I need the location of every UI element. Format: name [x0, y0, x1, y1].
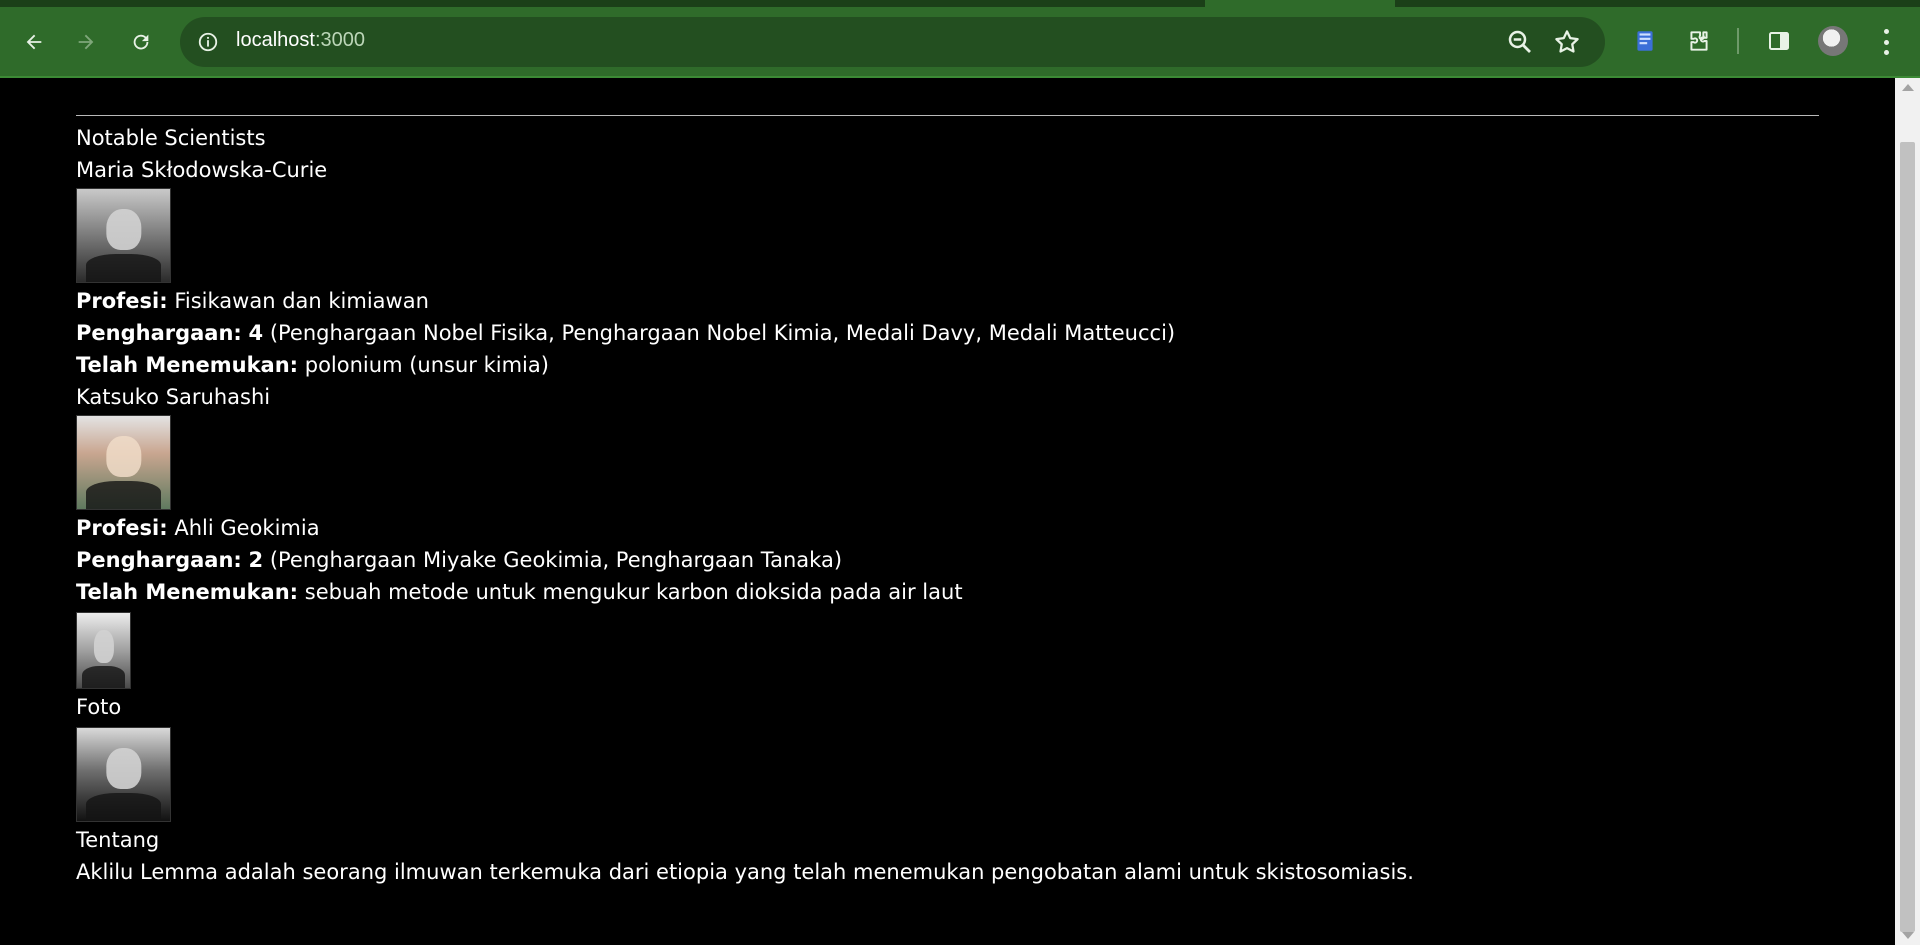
scrollbar-thumb[interactable]	[1900, 142, 1915, 932]
awards-count: 2	[248, 548, 264, 572]
url-port: :3000	[314, 29, 365, 51]
about-text: Aklilu Lemma adalah seorang ilmuwan terk…	[76, 860, 1414, 884]
browser-toolbar: localhost:3000	[0, 0, 1920, 78]
discovered-value: polonium (unsur kimia)	[304, 353, 549, 377]
active-tab[interactable]	[1205, 0, 1395, 7]
scientist-photo	[76, 415, 171, 510]
side-panel-button[interactable]	[1762, 24, 1796, 58]
about-heading: Tentang	[76, 828, 160, 852]
awards-list: (Penghargaan Nobel Fisika, Penghargaan N…	[269, 321, 1176, 345]
profile-avatar[interactable]	[1818, 26, 1848, 56]
address-bar[interactable]: localhost:3000	[180, 17, 1605, 67]
reload-icon	[133, 34, 149, 50]
zoom-button[interactable]	[1505, 27, 1535, 57]
photo-heading: Foto	[76, 695, 122, 719]
scientist-photo	[76, 188, 171, 283]
page-viewport: Notable Scientists Maria Skłodowska-Curi…	[0, 78, 1895, 945]
back-button[interactable]	[14, 22, 54, 62]
toolbar-divider	[1737, 28, 1739, 54]
arrow-right-icon	[78, 34, 94, 50]
scientist-profession: Profesi: Fisikawan dan kimiawan	[76, 285, 1414, 317]
portrait-photo	[76, 727, 171, 822]
tab-strip	[0, 0, 1920, 7]
reload-button[interactable]	[121, 22, 161, 62]
awards-label: Penghargaan:	[76, 321, 242, 345]
profession-value: Ahli Geokimia	[174, 516, 320, 540]
awards-list: (Penghargaan Miyake Geokimia, Penghargaa…	[269, 548, 843, 572]
scientist-awards: Penghargaan: 2 (Penghargaan Miyake Geoki…	[76, 544, 1414, 576]
scientist-name: Maria Skłodowska-Curie	[76, 158, 328, 182]
scroll-down-arrow-icon[interactable]	[1902, 932, 1914, 939]
scientist-awards: Penghargaan: 4 (Penghargaan Nobel Fisika…	[76, 317, 1414, 349]
discovered-value: sebuah metode untuk mengukur karbon diok…	[304, 580, 963, 604]
star-icon	[1555, 30, 1579, 53]
profession-label: Profesi:	[76, 516, 168, 540]
site-info-button[interactable]	[194, 28, 222, 56]
discovered-label: Telah Menemukan:	[76, 580, 299, 604]
profession-label: Profesi:	[76, 289, 168, 313]
section-title: Notable Scientists	[76, 126, 266, 150]
url-text[interactable]: localhost:3000	[236, 29, 365, 52]
scientist-discovery: Telah Menemukan: polonium (unsur kimia)	[76, 349, 1414, 381]
puzzle-icon	[1690, 31, 1708, 51]
vertical-scrollbar[interactable]	[1895, 78, 1920, 945]
bookmark-button[interactable]	[1552, 27, 1582, 57]
portrait-photo-small	[76, 612, 131, 689]
profession-value: Fisikawan dan kimiawan	[174, 289, 429, 313]
scientist-discovery: Telah Menemukan: sebuah metode untuk men…	[76, 576, 1414, 608]
kebab-menu-icon[interactable]	[1876, 26, 1896, 58]
side-panel-icon	[1769, 32, 1789, 50]
scientist-profession: Profesi: Ahli Geokimia	[76, 512, 1414, 544]
scroll-up-arrow-icon[interactable]	[1902, 84, 1914, 91]
zoom-icon	[1508, 30, 1531, 53]
url-host: localhost	[236, 29, 315, 51]
scientist-name: Katsuko Saruhashi	[76, 385, 271, 409]
extensions-button[interactable]	[1682, 24, 1716, 58]
main-content: Notable Scientists Maria Skłodowska-Curi…	[76, 122, 1414, 888]
forward-button[interactable]	[66, 22, 106, 62]
extension-button[interactable]	[1628, 24, 1662, 58]
horizontal-rule	[76, 115, 1819, 116]
book-icon	[1637, 31, 1653, 51]
awards-label: Penghargaan:	[76, 548, 242, 572]
discovered-label: Telah Menemukan:	[76, 353, 299, 377]
awards-count: 4	[248, 321, 264, 345]
info-icon	[198, 32, 218, 52]
arrow-left-icon	[26, 34, 42, 50]
